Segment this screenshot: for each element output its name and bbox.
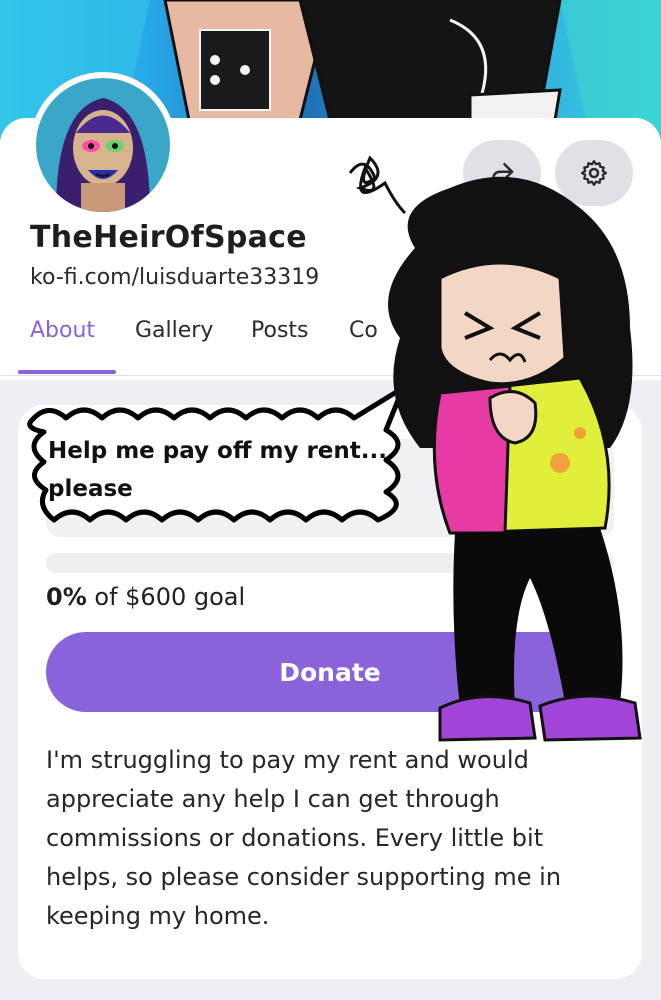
character-drawing xyxy=(348,155,642,742)
active-tab-indicator xyxy=(18,370,116,374)
tab-gallery[interactable]: Gallery xyxy=(135,318,213,343)
goal-amount: of $600 goal xyxy=(94,583,246,611)
tab-about[interactable]: About xyxy=(30,318,95,343)
goal-progress-text: 0% of $600 goal xyxy=(46,583,245,611)
avatar[interactable] xyxy=(30,72,176,218)
tab-posts[interactable]: Posts xyxy=(251,318,309,343)
avatar-portrait xyxy=(36,78,170,212)
profile-url[interactable]: ko-fi.com/luisduarte33319 xyxy=(30,265,319,290)
character-sticker xyxy=(330,148,661,748)
profile-name: TheHeirOfSpace xyxy=(30,220,307,255)
goal-percent: 0% xyxy=(46,583,87,611)
goal-description: I'm struggling to pay my rent and would … xyxy=(46,746,562,930)
